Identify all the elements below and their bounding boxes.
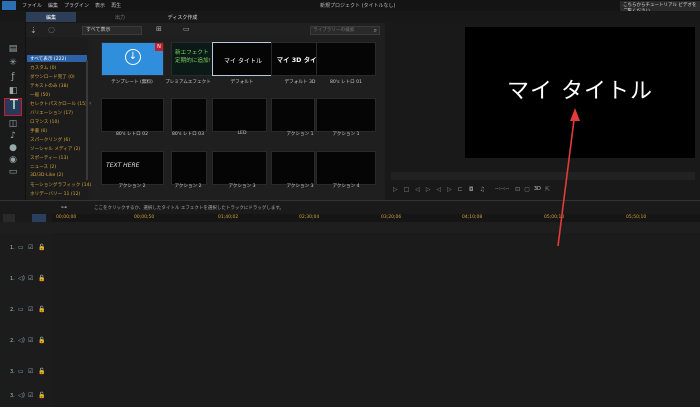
annotation-arrow-head <box>570 108 580 121</box>
annotation-arrow <box>557 108 580 247</box>
app-window: ファイル 編集 プラグイン 表示 再生 新規プロジェクト (タイトルなし) こち… <box>0 0 700 407</box>
annotation-arrow-line <box>557 111 576 247</box>
